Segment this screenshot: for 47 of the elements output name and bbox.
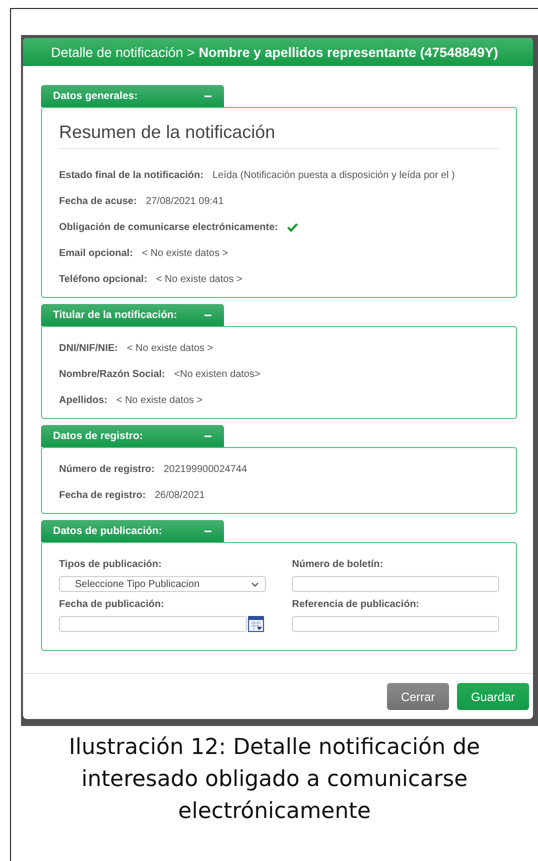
section-tab[interactable]: Datos de registro: − bbox=[41, 425, 224, 447]
collapse-toggle[interactable]: − bbox=[204, 89, 212, 103]
field-value: < No existe datos > bbox=[126, 343, 214, 354]
field-value: < No existe datos > bbox=[142, 248, 228, 259]
field-value: < No existe datos > bbox=[156, 274, 242, 285]
field-label: Estado final de la notificación: bbox=[59, 170, 204, 181]
input-field[interactable] bbox=[292, 616, 499, 632]
save-button[interactable]: Guardar bbox=[456, 683, 529, 710]
section-tab[interactable]: Datos generales: − bbox=[41, 85, 224, 107]
dialog-subject: Nombre y apellidos representante (47548849Y) bbox=[198, 44, 498, 60]
field-label: Obligación de comunicarse electrónicamente: bbox=[59, 222, 278, 233]
publication-type-select[interactable]: Seleccione Tipo Publicacion bbox=[59, 576, 266, 592]
field-label: Email opcional: bbox=[59, 248, 133, 259]
field-value: < No existe datos > bbox=[116, 395, 203, 406]
field-value: 26/08/2021 bbox=[154, 490, 205, 501]
field-label: Fecha de acuse: bbox=[59, 196, 137, 207]
collapse-toggle[interactable]: − bbox=[204, 308, 212, 322]
field-value: 27/08/2021 09:41 bbox=[146, 196, 224, 207]
field-label: DNI/NIF/NIE: bbox=[59, 343, 118, 354]
section-tab[interactable]: Titular de la notificación: − bbox=[41, 304, 224, 326]
collapse-toggle[interactable]: − bbox=[204, 429, 212, 443]
collapse-toggle[interactable]: − bbox=[204, 524, 212, 538]
section-title: Datos de registro: bbox=[53, 430, 143, 442]
summary-heading: Resumen de la notificación bbox=[59, 122, 499, 149]
input-field[interactable] bbox=[292, 576, 499, 592]
field-label: Fecha de registro: bbox=[59, 490, 146, 501]
field-label: Nombre/Razón Social: bbox=[59, 369, 166, 380]
close-button[interactable]: Cerrar bbox=[386, 683, 449, 710]
field-label: Número de registro: bbox=[59, 464, 155, 475]
date-field[interactable] bbox=[59, 616, 247, 632]
calendar-icon[interactable] bbox=[248, 616, 264, 632]
section-title: Titular de la notificación: bbox=[53, 309, 178, 321]
field-label: Apellidos: bbox=[59, 395, 108, 406]
field-label: Referencia de publicación: bbox=[292, 599, 420, 610]
section-title: Datos de publicación: bbox=[53, 525, 162, 537]
figure-caption: Ilustración 12: Detalle notificación de interesado obligado a comunicarse electrónicamente bbox=[68, 734, 482, 826]
field-value: 202199900024744 bbox=[164, 464, 248, 475]
field-label: Tipos de publicación: bbox=[59, 559, 163, 570]
chevron-down-icon bbox=[251, 582, 259, 586]
field-label: Fecha de publicación: bbox=[59, 599, 166, 610]
field-label: Número de boletín: bbox=[292, 559, 384, 570]
dialog-title: Detalle de notificación > bbox=[51, 44, 195, 60]
section-title: Datos generales: bbox=[53, 90, 138, 102]
field-value: <No existen datos> bbox=[174, 369, 260, 380]
section-tab[interactable]: Datos de publicación: − bbox=[41, 520, 224, 542]
field-label: Teléfono opcional: bbox=[59, 274, 148, 285]
field-value: Leída (Notificación puesta a disposición y leída por el ) bbox=[212, 170, 455, 181]
